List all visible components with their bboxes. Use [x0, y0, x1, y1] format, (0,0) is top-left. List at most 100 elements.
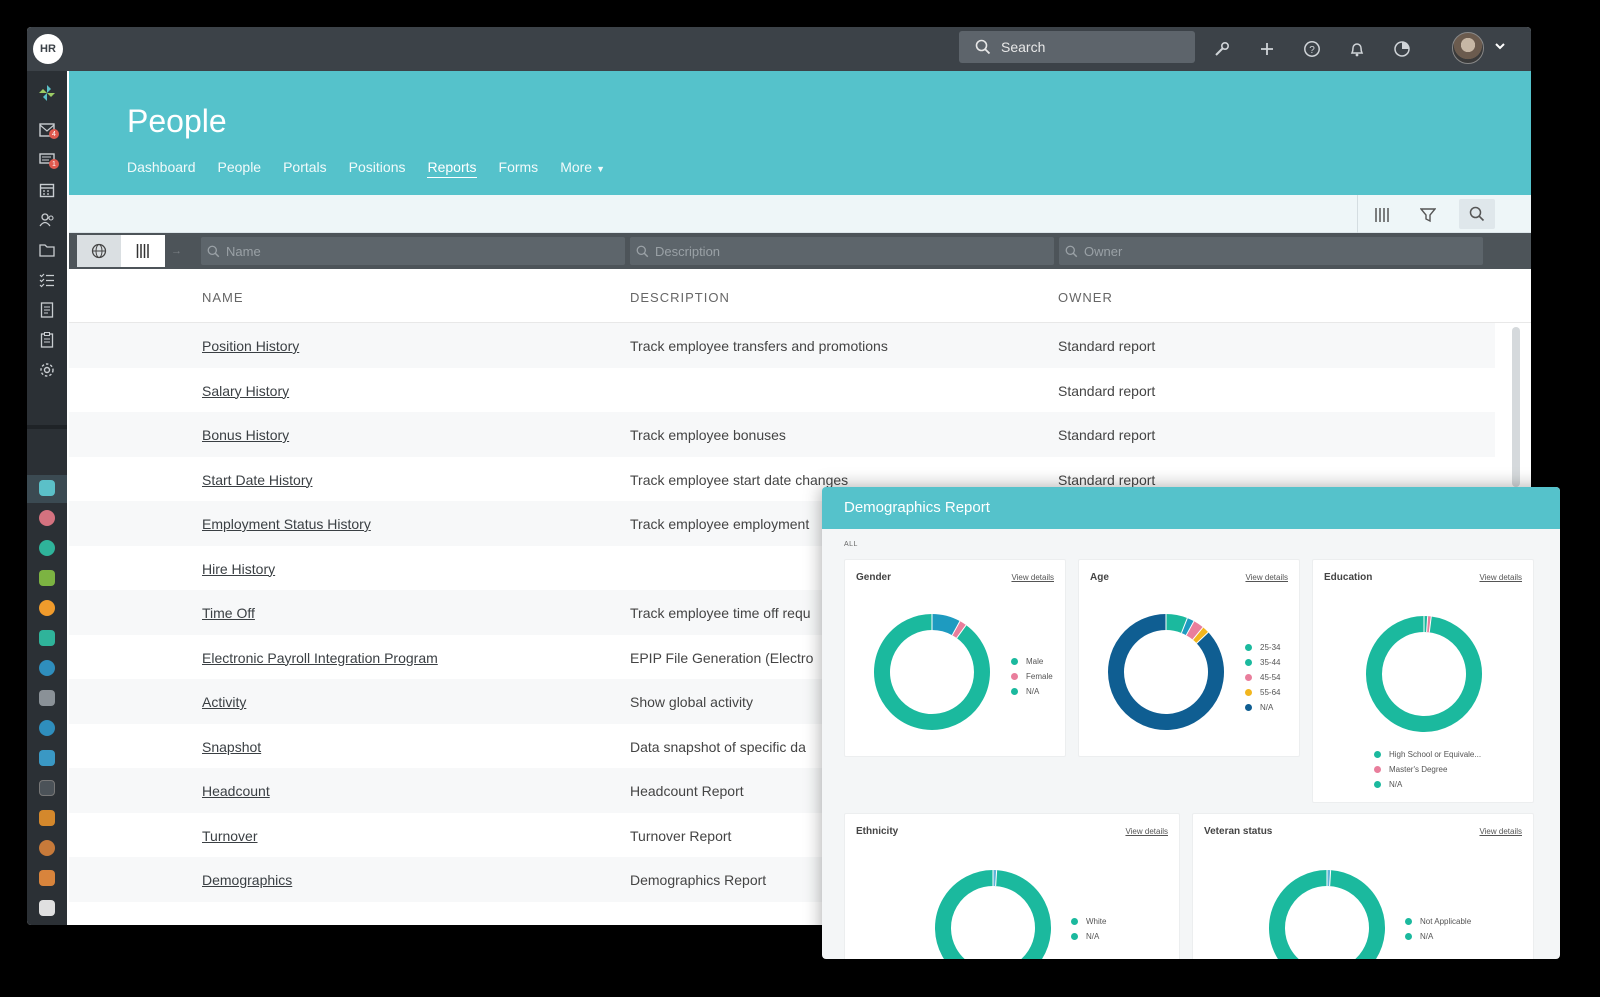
columns-icon[interactable]: [1367, 202, 1397, 228]
legend-label: 55-64: [1260, 688, 1281, 697]
demographics-title: Demographics Report: [822, 487, 1560, 529]
column-name[interactable]: NAME: [202, 290, 244, 305]
report-name-link[interactable]: Start Date History: [202, 472, 312, 488]
pinwheel-icon[interactable]: [37, 83, 57, 103]
owner-filter-placeholder: Owner: [1084, 243, 1123, 259]
report-app-icon[interactable]: [39, 690, 55, 706]
report-name-link[interactable]: Turnover: [202, 828, 258, 844]
view-details-link[interactable]: View details: [1245, 573, 1288, 582]
file-app-icon[interactable]: [39, 870, 55, 886]
people-icon[interactable]: [37, 210, 57, 230]
donut-slice-2: [952, 621, 967, 639]
plane-app-icon[interactable]: [39, 570, 55, 586]
global-search[interactable]: Search: [959, 31, 1195, 63]
notebook-app-icon[interactable]: [39, 810, 55, 826]
wrench-icon[interactable]: [1211, 38, 1233, 60]
user-avatar[interactable]: [1452, 32, 1484, 64]
nav-portals[interactable]: Portals: [283, 159, 327, 178]
report-name-link[interactable]: Electronic Payroll Integration Program: [202, 650, 438, 666]
report-name-link[interactable]: Hire History: [202, 561, 275, 577]
chevron-down-icon[interactable]: [1494, 39, 1506, 55]
toolbar-search-icon[interactable]: [1459, 199, 1495, 229]
plus-icon[interactable]: [1256, 38, 1278, 60]
view-details-link[interactable]: View details: [1125, 827, 1168, 836]
nav-more[interactable]: More ▼: [560, 159, 605, 178]
report-name-link[interactable]: Bonus History: [202, 427, 289, 443]
age-legend: 25-34 35-44 45-54 55-64 N/A: [1245, 640, 1280, 715]
book-app-icon[interactable]: [39, 750, 55, 766]
search-app-icon[interactable]: [39, 540, 55, 556]
description-filter-input[interactable]: Description: [630, 237, 1054, 265]
nav-positions[interactable]: Positions: [349, 159, 406, 178]
monitor-app-icon[interactable]: [39, 630, 55, 646]
report-name-link[interactable]: Activity: [202, 694, 246, 710]
legend-dot-icon: [1405, 918, 1412, 925]
nav-dashboard[interactable]: Dashboard: [127, 159, 196, 178]
nav-forms[interactable]: Forms: [499, 159, 539, 178]
donut-slice-2: [1269, 870, 1385, 959]
donut-slice-3: [874, 614, 990, 730]
donut-slice-3: [1186, 621, 1203, 640]
nav-people[interactable]: People: [218, 159, 262, 178]
table-row[interactable]: Salary History Standard report: [69, 368, 1495, 413]
report-name-link[interactable]: Employment Status History: [202, 516, 371, 532]
calendar-icon[interactable]: [37, 180, 57, 200]
report-name-link[interactable]: Snapshot: [202, 739, 261, 755]
people-app-icon[interactable]: [39, 480, 55, 496]
report-description: Show global activity: [630, 694, 753, 710]
ethnicity-donut-chart: [935, 870, 1051, 959]
globe-icon[interactable]: [77, 235, 121, 267]
document-icon[interactable]: [37, 300, 57, 320]
report-name-link[interactable]: Demographics: [202, 872, 292, 888]
veteran-status-card: Veteran status View details Not Applicab…: [1192, 813, 1534, 959]
activity-chart-icon[interactable]: [1391, 38, 1413, 60]
donut-slice-1: [1165, 614, 1188, 634]
legend-dot-icon: [1071, 918, 1078, 925]
app-logo[interactable]: HR: [33, 34, 63, 64]
report-description: EPIP File Generation (Electro: [630, 649, 814, 666]
view-details-link[interactable]: View details: [1479, 573, 1522, 582]
columns-view-icon[interactable]: [121, 235, 165, 267]
legend-item: Male: [1011, 654, 1053, 669]
alert-app-icon[interactable]: [39, 510, 55, 526]
help-icon[interactable]: ?: [1301, 38, 1323, 60]
table-scrollbar[interactable]: [1512, 327, 1520, 487]
legend-dot-icon: [1245, 689, 1252, 696]
report-name-link[interactable]: Time Off: [202, 605, 255, 621]
bell-icon[interactable]: [1346, 38, 1368, 60]
checklist-icon[interactable]: [37, 270, 57, 290]
team-app-icon[interactable]: [39, 840, 55, 856]
plus-app-icon[interactable]: [39, 600, 55, 616]
report-name-link[interactable]: Headcount: [202, 783, 270, 799]
column-description[interactable]: DESCRIPTION: [630, 290, 730, 305]
name-filter-input[interactable]: Name: [201, 237, 625, 265]
view-details-link[interactable]: View details: [1479, 827, 1522, 836]
folder-icon[interactable]: [37, 240, 57, 260]
gear-icon[interactable]: [37, 360, 57, 380]
column-owner[interactable]: OWNER: [1058, 290, 1113, 305]
legend-item: Not Applicable: [1405, 914, 1471, 929]
report-name-link[interactable]: Position History: [202, 338, 299, 354]
legend-item: Female: [1011, 669, 1053, 684]
legend-label: 45-54: [1260, 673, 1281, 682]
briefcase-app-icon[interactable]: [39, 780, 55, 796]
legend-dot-icon: [1245, 674, 1252, 681]
table-row[interactable]: Bonus History Track employee bonuses Sta…: [69, 412, 1495, 457]
owner-filter-input[interactable]: Owner: [1059, 237, 1483, 265]
user-search-app-icon[interactable]: [39, 660, 55, 676]
toolbar-divider: [1357, 195, 1358, 233]
legend-item: Master's Degree: [1374, 762, 1481, 777]
legend-dot-icon: [1245, 659, 1252, 666]
table-row[interactable]: Position History Track employee transfer…: [69, 323, 1495, 368]
clipboard-icon[interactable]: [37, 330, 57, 350]
photo-app-icon[interactable]: [39, 900, 55, 916]
nav-reports[interactable]: Reports: [427, 159, 477, 178]
legend-item: 45-54: [1245, 670, 1280, 685]
report-description: Turnover Report: [630, 827, 732, 844]
globe-app-icon[interactable]: [39, 720, 55, 736]
filter-icon[interactable]: [1413, 202, 1443, 228]
report-name-link[interactable]: Salary History: [202, 383, 289, 399]
view-details-link[interactable]: View details: [1011, 573, 1054, 582]
donut-slice-2: [935, 870, 1051, 959]
legend-label: N/A: [1389, 780, 1403, 789]
